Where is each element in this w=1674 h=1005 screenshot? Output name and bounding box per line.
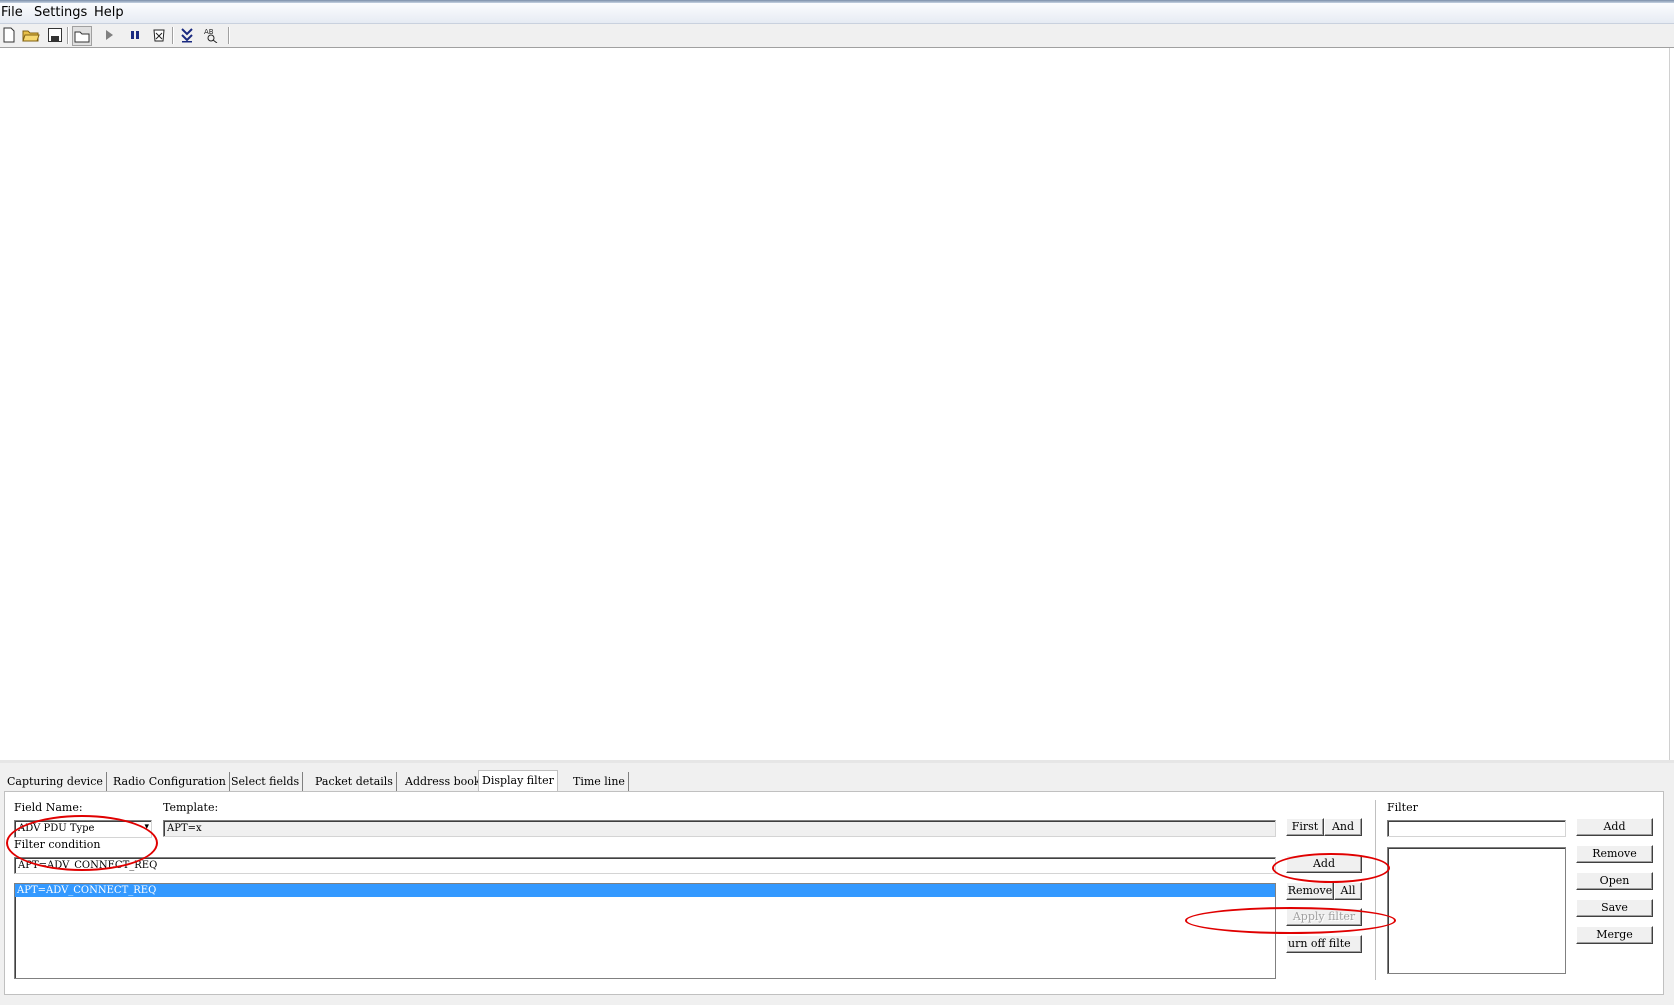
menu-bar: File Settings Help [0,3,1674,24]
filter-name-input[interactable] [1387,820,1566,837]
filter-condition-label: Filter condition [14,838,101,851]
filter-remove-button[interactable]: Remove [1576,845,1653,863]
remove-all-button[interactable]: All [1334,882,1362,900]
menu-file[interactable]: File [1,5,23,20]
filter-condition-input[interactable]: APT=ADV_CONNECT_REQ [14,857,1276,874]
remove-condition-button[interactable]: Remove [1286,882,1334,900]
and-button[interactable]: And [1324,818,1362,836]
tab-display-filter[interactable]: Display filter [478,770,558,792]
scroll-down-icon[interactable] [178,26,196,44]
open-folder-icon[interactable] [22,26,40,44]
add-condition-button[interactable]: Add [1286,855,1362,873]
menu-settings[interactable]: Settings [34,5,87,20]
play-icon[interactable] [100,26,118,44]
tab-address-book[interactable]: Address book [402,772,485,791]
save-icon[interactable] [46,26,64,44]
new-file-icon[interactable] [0,26,18,44]
template-label: Template: [163,801,219,814]
find-icon[interactable]: AB [202,26,220,44]
filter-add-button[interactable]: Add [1576,818,1653,836]
template-field: APT=x [163,820,1276,837]
apply-filter-button[interactable]: Apply filter [1286,908,1362,926]
field-name-select[interactable]: ADV PDU Type ▾ [14,820,152,838]
filter-open-button[interactable]: Open [1576,872,1653,890]
menu-help[interactable]: Help [94,5,124,20]
field-name-value: ADV PDU Type [18,823,95,834]
filter-label: Filter [1387,801,1418,814]
tab-radio-configuration[interactable]: Radio Configuration [110,772,230,791]
field-name-label: Field Name: [14,801,83,814]
chevron-down-icon[interactable]: ▾ [144,822,149,832]
filter-save-button[interactable]: Save [1576,899,1653,917]
tab-select-fields[interactable]: Select fields [228,772,304,791]
packet-list-area[interactable] [0,48,1670,760]
first-button[interactable]: First [1286,818,1324,836]
list-item[interactable]: APT=ADV_CONNECT_REQ [15,884,1275,897]
pause-icon[interactable] [126,26,144,44]
clear-icon[interactable] [150,26,168,44]
tab-capturing-device[interactable]: Capturing device [4,772,107,791]
condition-list[interactable]: APT=ADV_CONNECT_REQ [14,883,1276,979]
tab-packet-details[interactable]: Packet details [312,772,397,791]
filter-merge-button[interactable]: Merge [1576,926,1653,944]
tab-time-line[interactable]: Time line [570,772,629,791]
filter-list[interactable] [1387,847,1566,974]
turn-off-filter-button[interactable]: urn off filte [1286,935,1362,953]
folder-icon[interactable] [72,26,92,46]
toolbar: AB [0,24,1674,48]
